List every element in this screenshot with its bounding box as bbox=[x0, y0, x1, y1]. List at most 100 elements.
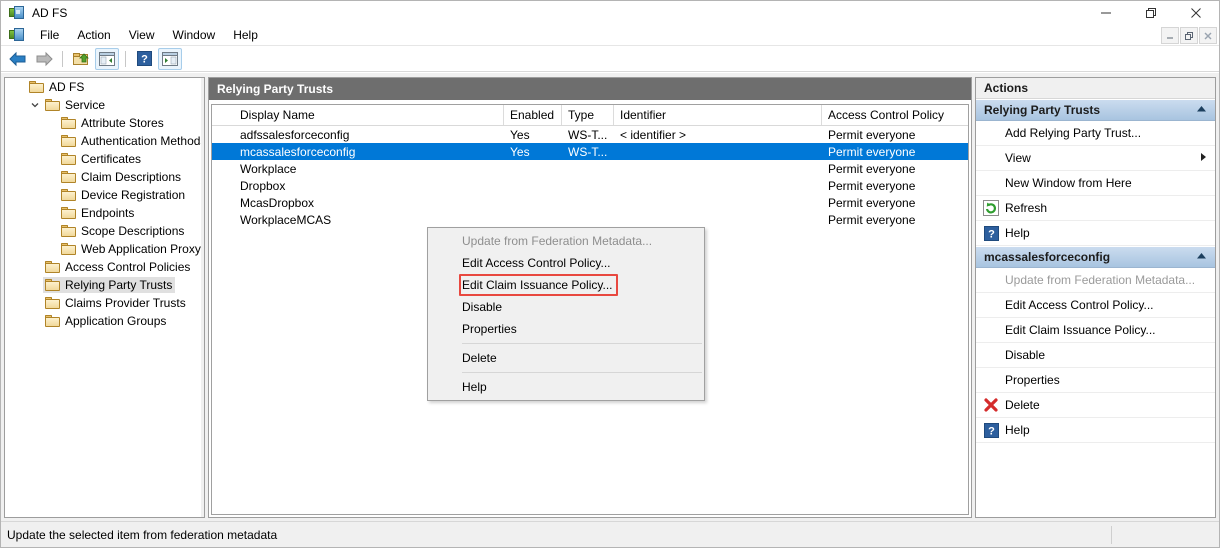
menu-action[interactable]: Action bbox=[68, 26, 119, 44]
context-menu-item-disable[interactable]: Disable bbox=[428, 296, 704, 318]
back-arrow-icon bbox=[9, 51, 26, 66]
tree-node-device-registration[interactable]: Device Registration bbox=[5, 186, 204, 204]
tree-node-content: Claim Descriptions bbox=[59, 169, 184, 185]
action-item-new-window-from-here[interactable]: New Window from Here bbox=[976, 171, 1215, 196]
action-item-add-relying-party-trust[interactable]: Add Relying Party Trust... bbox=[976, 121, 1215, 146]
cell-identifier bbox=[614, 160, 822, 177]
column-header-access-control-policy[interactable]: Access Control Policy bbox=[822, 105, 968, 125]
tree-node-ad-fs[interactable]: AD FS bbox=[5, 78, 204, 96]
mdi-close-button[interactable] bbox=[1199, 27, 1217, 44]
menu-file[interactable]: File bbox=[31, 26, 68, 44]
table-row[interactable]: Workplace Permit everyone bbox=[212, 160, 968, 177]
tree-node-endpoints[interactable]: Endpoints bbox=[5, 204, 204, 222]
action-item-icon-placeholder bbox=[982, 125, 1000, 141]
table-row[interactable]: McasDropbox Permit everyone bbox=[212, 194, 968, 211]
console-tree-icon bbox=[99, 51, 115, 66]
tree-node-label: Claims Provider Trusts bbox=[65, 296, 186, 310]
tree-node-attribute-stores[interactable]: Attribute Stores bbox=[5, 114, 204, 132]
show-action-pane-button[interactable] bbox=[158, 47, 182, 70]
menu-view[interactable]: View bbox=[120, 26, 164, 44]
folder-icon bbox=[29, 80, 45, 94]
column-header-type[interactable]: Type bbox=[562, 105, 614, 125]
actions-group-header-relying-party-trusts[interactable]: Relying Party Trusts bbox=[976, 99, 1215, 121]
help-button[interactable]: ? bbox=[132, 48, 156, 70]
cell-identifier bbox=[614, 194, 822, 211]
table-row[interactable]: WorkplaceMCAS Permit everyone bbox=[212, 211, 968, 228]
action-item-icon-placeholder bbox=[982, 372, 1000, 388]
table-row[interactable]: mcassalesforceconfig Yes WS-T... Permit eve… bbox=[212, 143, 968, 160]
action-item-icon-placeholder bbox=[982, 297, 1000, 313]
tree-node-claims-provider-trusts[interactable]: Claims Provider Trusts bbox=[5, 294, 204, 312]
actions-pane: Actions Relying Party Trusts Add Relying … bbox=[975, 77, 1216, 518]
show-hide-tree-button[interactable] bbox=[95, 47, 119, 70]
context-menu-item-edit-claim-issuance-policy[interactable]: Edit Claim Issuance Policy... bbox=[428, 274, 704, 296]
tree-node-application-groups[interactable]: Application Groups bbox=[5, 312, 204, 330]
mdi-minimize-button[interactable] bbox=[1161, 27, 1179, 44]
back-button[interactable] bbox=[6, 48, 30, 70]
context-menu-item-help[interactable]: Help bbox=[428, 376, 704, 398]
action-item-delete[interactable]: Delete bbox=[976, 393, 1215, 418]
action-item-edit-claim-issuance-policy[interactable]: Edit Claim Issuance Policy... bbox=[976, 318, 1215, 343]
tree-node-access-control-policies[interactable]: Access Control Policies bbox=[5, 258, 204, 276]
context-menu-separator bbox=[462, 372, 702, 373]
tree-node-content: Device Registration bbox=[59, 187, 188, 203]
action-item-view[interactable]: View bbox=[976, 146, 1215, 171]
action-item-label: Disable bbox=[1005, 348, 1046, 362]
close-button[interactable] bbox=[1173, 1, 1219, 25]
folder-icon bbox=[45, 296, 61, 310]
tree-node-web-application-proxy[interactable]: Web Application Proxy bbox=[5, 240, 204, 258]
action-item-help[interactable]: ? Help bbox=[976, 418, 1215, 443]
context-menu-item-delete[interactable]: Delete bbox=[428, 347, 704, 369]
folder-icon bbox=[61, 170, 77, 184]
tree-node-content: Endpoints bbox=[59, 205, 137, 221]
menu-help[interactable]: Help bbox=[224, 26, 267, 44]
adfs-management-window: AD FS File Action View Window Help ? AD … bbox=[0, 0, 1220, 548]
column-header-identifier[interactable]: Identifier bbox=[614, 105, 822, 125]
tree-node-relying-party-trusts[interactable]: Relying Party Trusts bbox=[5, 276, 204, 294]
context-menu-item-label: Disable bbox=[462, 300, 503, 314]
context-menu-item-edit-access-control-policy[interactable]: Edit Access Control Policy... bbox=[428, 252, 704, 274]
tree-scrollbar[interactable] bbox=[201, 78, 204, 517]
action-item-label: Refresh bbox=[1005, 201, 1048, 215]
context-menu-item-label: Delete bbox=[462, 351, 497, 365]
action-item-help[interactable]: ? Help bbox=[976, 221, 1215, 246]
action-item-properties[interactable]: Properties bbox=[976, 368, 1215, 393]
tree-node-label: Claim Descriptions bbox=[81, 170, 182, 184]
tree-node-service[interactable]: Service bbox=[5, 96, 204, 114]
action-item-refresh[interactable]: Refresh bbox=[976, 196, 1215, 221]
collapse-chevron-icon[interactable] bbox=[1196, 105, 1207, 115]
actions-group-header-mcassalesforceconfig[interactable]: mcassalesforceconfig bbox=[976, 246, 1215, 268]
restore-button[interactable] bbox=[1128, 1, 1173, 25]
context-menu-item-label: Help bbox=[462, 380, 487, 394]
forward-button[interactable] bbox=[32, 48, 56, 70]
folder-icon bbox=[61, 188, 77, 202]
action-item-edit-access-control-policy[interactable]: Edit Access Control Policy... bbox=[976, 293, 1215, 318]
menu-window[interactable]: Window bbox=[164, 26, 225, 44]
action-pane-icon bbox=[162, 51, 178, 66]
tree-node-authentication-methods[interactable]: Authentication Methods bbox=[5, 132, 204, 150]
column-header-display-name[interactable]: Display Name bbox=[234, 105, 504, 125]
tree-node-scope-descriptions[interactable]: Scope Descriptions bbox=[5, 222, 204, 240]
minimize-button[interactable] bbox=[1083, 1, 1128, 25]
action-item-disable[interactable]: Disable bbox=[976, 343, 1215, 368]
up-folder-button[interactable] bbox=[69, 48, 93, 70]
collapse-chevron-icon[interactable] bbox=[1196, 252, 1207, 262]
table-row[interactable]: adfssalesforceconfig Yes WS-T... < identifi… bbox=[212, 126, 968, 143]
action-item-update-from-federation-metadata: Update from Federation Metadata... bbox=[976, 268, 1215, 293]
mdi-restore-button[interactable] bbox=[1180, 27, 1198, 44]
cell-display-name: Workplace bbox=[240, 161, 297, 176]
expand-chevron-icon[interactable] bbox=[27, 97, 43, 113]
tree-node-certificates[interactable]: Certificates bbox=[5, 150, 204, 168]
column-header-enabled[interactable]: Enabled bbox=[504, 105, 562, 125]
column-header-label: Display Name bbox=[240, 108, 315, 122]
cell-type bbox=[562, 194, 614, 211]
table-row[interactable]: Dropbox Permit everyone bbox=[212, 177, 968, 194]
cell-type bbox=[562, 177, 614, 194]
list-column-headers: Display Name Enabled Type Identifier Access … bbox=[212, 105, 968, 126]
console-tree: AD FS Service Attribute Stores Authenticati… bbox=[5, 78, 204, 330]
context-menu-item-properties[interactable]: Properties bbox=[428, 318, 704, 340]
tree-node-claim-descriptions[interactable]: Claim Descriptions bbox=[5, 168, 204, 186]
